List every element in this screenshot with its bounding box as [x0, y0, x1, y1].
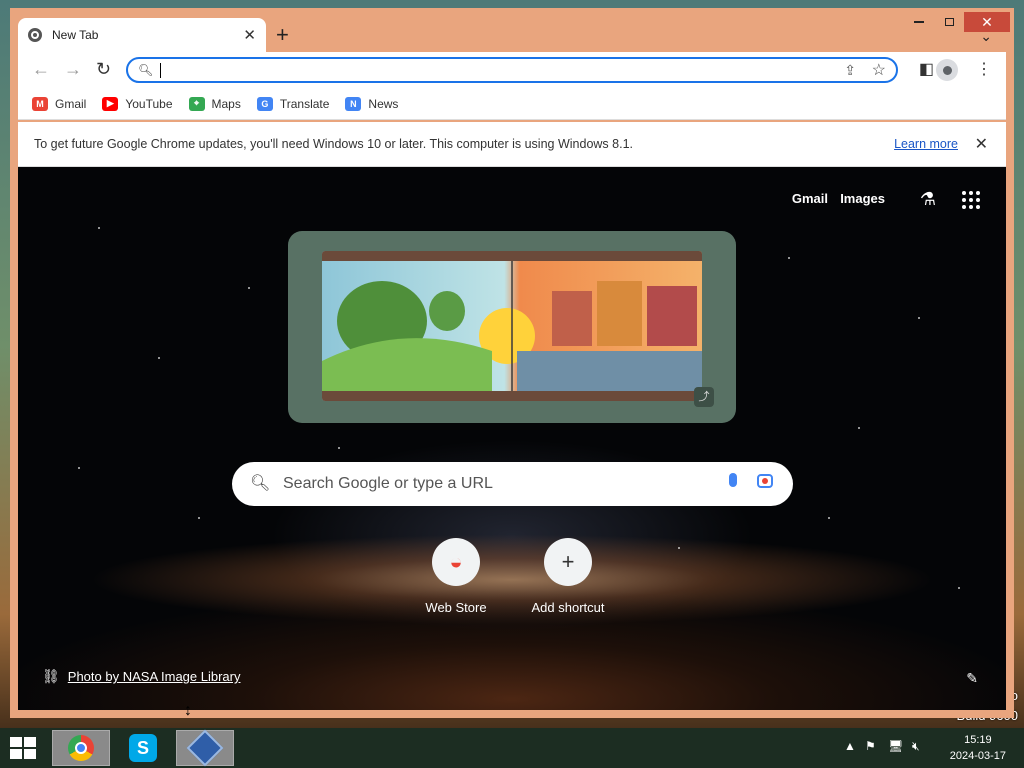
- customize-pencil-icon[interactable]: ✎: [966, 670, 978, 687]
- bookmark-translate[interactable]: G Translate: [256, 96, 330, 111]
- taskbar: S ▲ ⚑ 🖥︎ 🔇︎ 15:19 2024-03-17: [0, 728, 1024, 768]
- taskbar-skype[interactable]: S: [114, 730, 172, 766]
- chrome-favicon-icon: [28, 28, 42, 42]
- bookmark-label: Translate: [279, 96, 330, 111]
- gmail-icon: M: [32, 96, 48, 111]
- ntp-gmail-link[interactable]: Gmail: [792, 191, 828, 206]
- show-hidden-icons[interactable]: ▲: [844, 739, 856, 753]
- photo-credit[interactable]: ⛓ Photo by NASA Image Library: [42, 668, 240, 685]
- share-icon[interactable]: ⇪: [844, 62, 856, 79]
- search-icon: 🔍︎: [138, 63, 154, 77]
- action-center-flag-icon[interactable]: ⚑: [865, 739, 876, 753]
- ntp-images-link[interactable]: Images: [840, 191, 885, 206]
- text-caret: [160, 63, 161, 78]
- web-store-icon: ◒: [432, 538, 480, 586]
- tab-close-icon[interactable]: ✕: [243, 26, 256, 44]
- background-star: [198, 517, 200, 519]
- windows-start-button[interactable]: [10, 737, 36, 759]
- bookmark-star-icon[interactable]: ☆: [872, 60, 886, 80]
- taskbar-virtualbox[interactable]: [176, 729, 234, 767]
- address-bar[interactable]: 🔍︎ ⇪ ☆: [126, 57, 898, 83]
- skype-icon: S: [129, 734, 157, 762]
- chrome-icon: [68, 735, 94, 761]
- shortcut-label: Web Store: [425, 600, 487, 615]
- bookmarks-bar: M Gmail ▶ YouTube ⌖ Maps G Translate N N…: [18, 88, 1006, 120]
- tab-strip: New Tab ✕ + ⌄: [18, 18, 1006, 52]
- link-icon: ⛓: [42, 668, 60, 684]
- bookmark-gmail[interactable]: M Gmail: [32, 96, 87, 111]
- background-star: [918, 317, 920, 319]
- shortcut-label: Add shortcut: [531, 600, 605, 615]
- background-star: [338, 447, 340, 449]
- ntp-search-box[interactable]: 🔍︎ Search Google or type a URL: [232, 462, 793, 506]
- toolbar: ← → ↻ 🔍︎ ⇪ ☆ ◧ ⋮: [18, 52, 1006, 88]
- reload-button[interactable]: ↻: [96, 59, 111, 80]
- youtube-icon: ▶: [102, 96, 119, 111]
- doodle-illustration: [322, 251, 702, 401]
- background-star: [788, 257, 790, 259]
- background-star: [678, 547, 680, 549]
- virtualbox-icon: [186, 729, 224, 767]
- google-apps-icon[interactable]: [962, 191, 980, 209]
- photo-credit-text: Photo by NASA Image Library: [67, 669, 241, 684]
- system-clock[interactable]: 15:19 2024-03-17: [950, 732, 1006, 764]
- bookmark-youtube[interactable]: ▶ YouTube: [102, 96, 173, 111]
- maps-icon: ⌖: [188, 96, 205, 111]
- background-star: [158, 357, 160, 359]
- news-icon: N: [345, 96, 362, 111]
- bookmark-label: Gmail: [55, 96, 87, 111]
- browser-window: ✕ New Tab ✕ + ⌄ ← → ↻ 🔍︎ ⇪ ☆ ◧ ⋮ M Gmail: [10, 8, 1014, 718]
- new-tab-button[interactable]: +: [276, 24, 289, 46]
- infobar-close-button[interactable]: ✕: [975, 134, 988, 154]
- google-doodle[interactable]: ⤴: [288, 231, 736, 423]
- network-icon[interactable]: 🖥︎: [888, 739, 903, 753]
- google-lens-icon[interactable]: [757, 474, 773, 488]
- profile-avatar[interactable]: [936, 59, 958, 81]
- update-infobar: To get future Google Chrome updates, you…: [18, 122, 1006, 167]
- voice-search-icon[interactable]: [729, 473, 737, 487]
- tab-new-tab[interactable]: New Tab ✕: [18, 18, 266, 52]
- volume-muted-icon[interactable]: 🔇︎: [912, 739, 920, 754]
- learn-more-link[interactable]: Learn more: [894, 137, 958, 151]
- back-button[interactable]: ←: [32, 59, 50, 80]
- bookmark-label: News: [368, 96, 399, 111]
- background-star: [828, 517, 830, 519]
- background-star: [78, 467, 80, 469]
- bookmark-maps[interactable]: ⌖ Maps: [188, 96, 241, 111]
- shortcut-web-store[interactable]: ◒ Web Store: [401, 538, 511, 615]
- side-panel-icon[interactable]: ◧: [919, 59, 934, 79]
- taskbar-chrome[interactable]: [52, 730, 110, 766]
- doodle-landscape-art: [322, 251, 702, 401]
- labs-flask-icon[interactable]: ⚗: [920, 189, 936, 210]
- clock-date: 2024-03-17: [949, 750, 1006, 762]
- bookmark-label: Maps: [211, 96, 241, 111]
- background-star: [858, 427, 860, 429]
- clock-time: 15:19: [964, 734, 992, 746]
- background-star: [958, 587, 960, 589]
- forward-button[interactable]: →: [64, 59, 82, 80]
- shortcut-add[interactable]: + Add shortcut: [513, 538, 623, 615]
- menu-icon[interactable]: ⋮: [976, 59, 992, 79]
- resize-cursor-icon: ↕: [184, 702, 192, 719]
- tab-title: New Tab: [52, 28, 99, 42]
- search-placeholder: Search Google or type a URL: [283, 475, 493, 492]
- new-tab-page: Gmail Images ⚗ ⤴ 🔍︎ Search Google or typ…: [18, 167, 1006, 710]
- infobar-message: To get future Google Chrome updates, you…: [34, 137, 633, 151]
- background-star: [98, 227, 100, 229]
- add-icon: +: [544, 538, 592, 586]
- doodle-share-icon[interactable]: ⤴: [694, 387, 714, 407]
- tab-search-button[interactable]: ⌄: [980, 28, 992, 45]
- bookmark-label: YouTube: [125, 96, 173, 111]
- bookmark-news[interactable]: N News: [345, 96, 399, 111]
- translate-icon: G: [256, 96, 273, 111]
- search-icon: 🔍︎: [250, 475, 271, 492]
- background-star: [248, 287, 250, 289]
